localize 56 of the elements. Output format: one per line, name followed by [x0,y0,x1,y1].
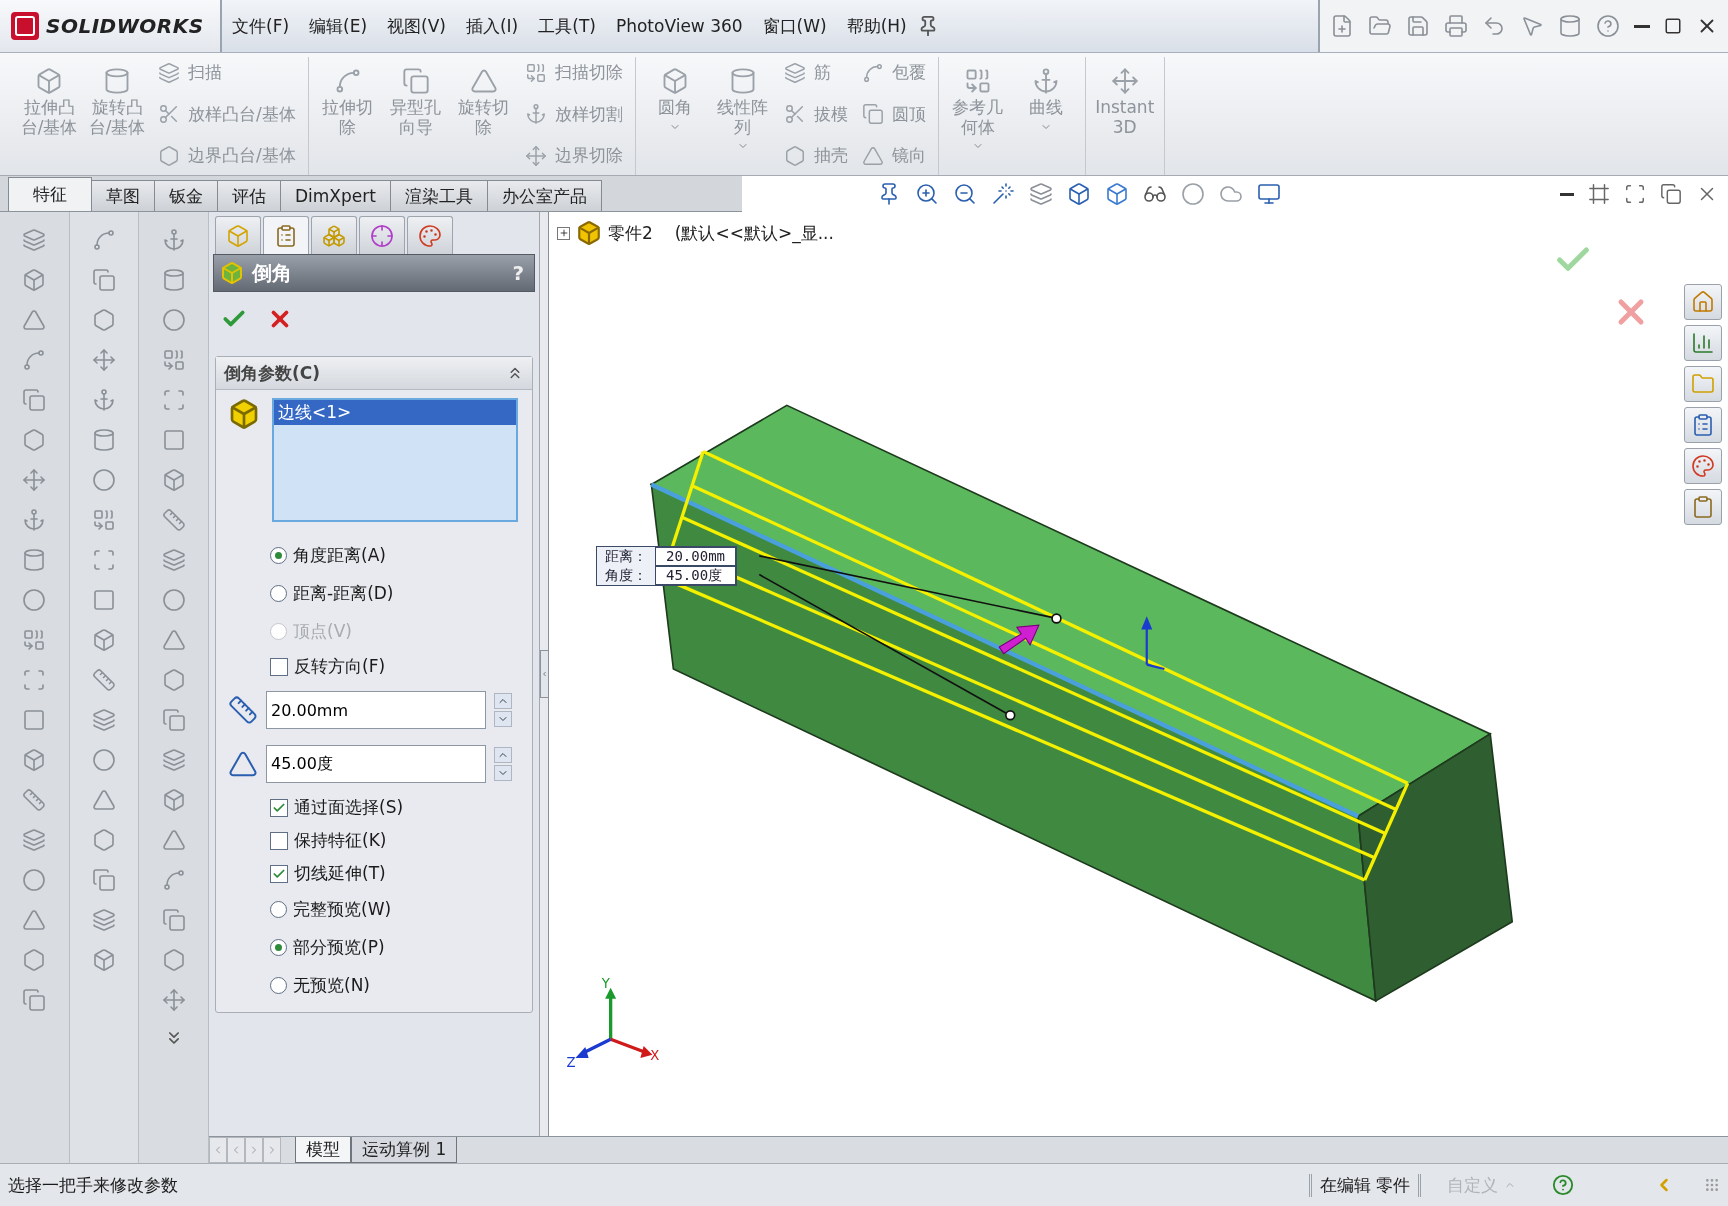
configuration-text: (默认<<默认>_显... [674,221,834,245]
callout-value[interactable]: 45.00度 [655,566,736,585]
radio-label: 完整预览(W) [293,897,392,921]
checkbox-label: 反转方向(F) [294,655,386,678]
checkbox-label: 通过面选择(S) [294,796,404,819]
command-tab[interactable]: 草图 [91,180,155,211]
status-message: 选择一把手来修改参数 [8,1173,179,1197]
checkbox-option[interactable]: 切线延伸(T) [216,857,532,890]
radio-label: 角度距离(A) [293,543,386,567]
axis-label: Z [566,1054,576,1070]
radio-option[interactable]: 无预览(N) [216,966,532,1004]
graphics-area[interactable]: X Y Z 零件2 (默认<<默认>_显... 距离： 20.00mm 角度： 45.00度 [548,212,1728,1136]
menu-item[interactable]: 插入(I) [455,0,529,52]
part-name[interactable]: 零件2 [608,221,653,245]
radio-label: 距离-距离(D) [293,581,394,605]
section-title: 倒角参数(C) [224,361,321,385]
panel-title: 倒角 [252,259,293,287]
menu-item[interactable]: 工具(T) [528,0,606,52]
command-tab[interactable]: 特征 [8,177,92,211]
callout-label: 角度： [604,566,648,585]
checkbox-option[interactable]: 反转方向(F) [216,650,532,683]
selection-list[interactable]: 边线<1> [272,398,518,522]
checkbox-label: 保持特征(K) [294,829,387,852]
axis-label: X [650,1048,660,1064]
number-field[interactable]: 45.00度 [266,745,486,783]
axis-label: Y [601,975,610,991]
menu-item[interactable]: 编辑(E) [299,0,378,52]
checkbox-option[interactable]: 保持特征(K) [216,824,532,857]
menu-item[interactable]: 窗口(W) [752,0,837,52]
bottom-tab[interactable]: 运动算例 1 [351,1137,458,1163]
list-item[interactable]: 边线<1> [274,400,516,425]
radio-option[interactable]: 角度距离(A) [216,536,532,574]
menu-item[interactable]: 文件(F) [222,0,300,52]
menu-item[interactable]: 视图(V) [377,0,456,52]
checkbox-label: 切线延伸(T) [294,862,386,885]
radio-option[interactable]: 距离-距离(D) [216,574,532,612]
dimension-callout[interactable]: 距离： 20.00mm 角度： 45.00度 [596,546,737,586]
command-tab[interactable]: DimXpert [280,180,391,211]
command-tab[interactable]: 渲染工具 [389,180,488,211]
status-mode: 在编辑 零件 [1308,1173,1421,1197]
command-tab[interactable]: 办公室产品 [486,180,602,211]
command-tab[interactable]: 评估 [217,180,281,211]
callout-label: 距离： [604,547,648,566]
radio-label: 顶点(V) [293,619,352,643]
bottom-tab[interactable]: 模型 [295,1137,351,1163]
menu-item[interactable]: 帮助(H) [836,0,917,52]
menu-item[interactable]: PhotoView 360 [605,0,753,52]
radio-label: 部分预览(P) [293,935,385,959]
callout-value[interactable]: 20.00mm [655,547,736,566]
checkbox-option[interactable]: 通过面选择(S) [216,791,532,824]
radio-option[interactable]: 完整预览(W) [216,890,532,928]
command-tab[interactable]: 钣金 [154,180,218,211]
app-logo-text: SOLIDWORKS [46,14,204,38]
number-field[interactable]: 20.00mm [266,691,486,729]
radio-label: 无预览(N) [293,973,370,997]
radio-option[interactable]: 部分预览(P) [216,928,532,966]
